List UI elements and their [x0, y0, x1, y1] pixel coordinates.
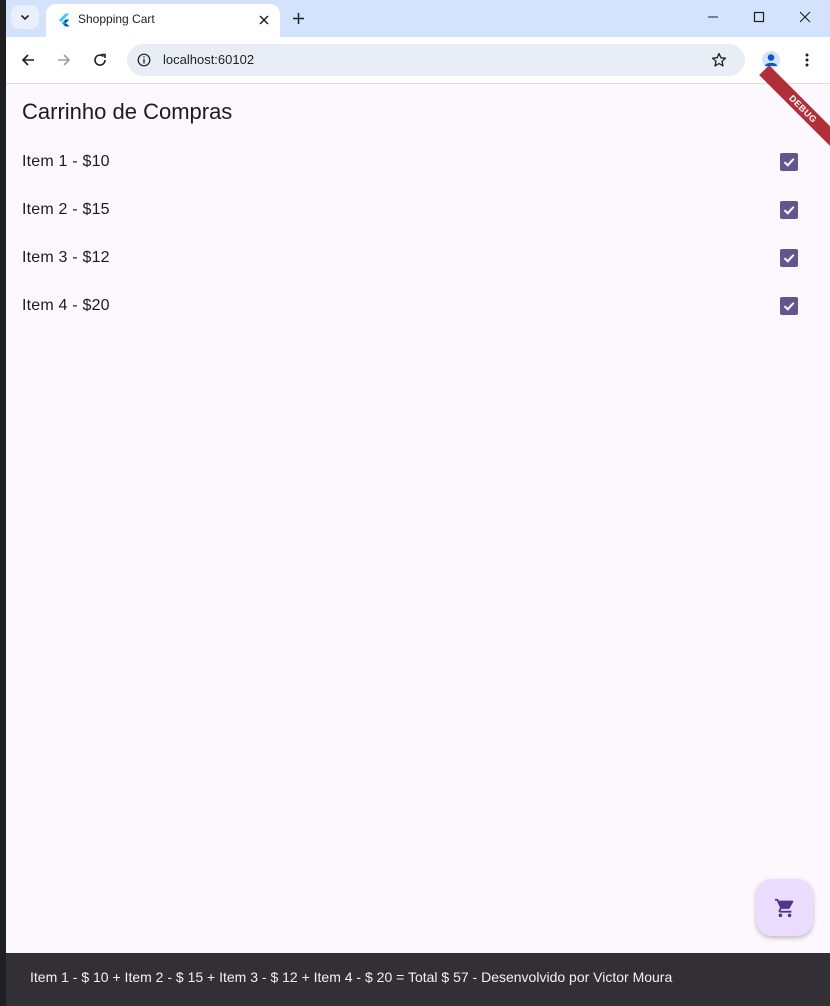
reload-button[interactable] — [86, 46, 114, 74]
app-page: Carrinho de Compras Item 1 - $10 Item 2 … — [6, 65, 830, 1006]
check-icon — [783, 158, 795, 167]
shopping-cart-icon — [774, 898, 793, 917]
tab-title: Shopping Cart — [78, 12, 155, 26]
tab-search-button[interactable] — [11, 5, 39, 29]
url-text: localhost:60102 — [163, 52, 255, 67]
info-icon — [137, 53, 151, 67]
arrow-left-icon — [21, 54, 34, 66]
item-checkbox[interactable] — [780, 201, 798, 219]
list-item[interactable]: Item 2 - $15 — [6, 187, 830, 235]
forward-button[interactable] — [50, 46, 78, 74]
minimize-button[interactable] — [690, 0, 736, 34]
tab-close-button[interactable] — [254, 10, 274, 30]
new-tab-button[interactable] — [286, 6, 310, 30]
snackbar-text: Item 1 - $ 10 + Item 2 - $ 15 + Item 3 -… — [30, 969, 673, 985]
item-label: Item 4 - $20 — [22, 297, 110, 314]
arrow-right-icon — [58, 54, 71, 66]
check-icon — [783, 206, 795, 215]
maximize-icon — [753, 11, 765, 23]
close-window-button[interactable] — [782, 0, 828, 34]
page-title: Carrinho de Compras — [22, 99, 233, 124]
snackbar: Item 1 - $ 10 + Item 2 - $ 15 + Item 3 -… — [6, 953, 830, 1006]
bookmark-button[interactable] — [709, 50, 729, 70]
item-label: Item 3 - $12 — [22, 249, 110, 266]
close-icon — [799, 11, 811, 23]
plus-icon — [292, 12, 304, 24]
browser-window: Shopping Cart localhost:60102 Carrinho d… — [6, 0, 830, 1006]
list-item[interactable]: Item 4 - $20 — [6, 283, 830, 331]
check-icon — [783, 254, 795, 263]
star-icon — [711, 52, 727, 67]
item-checkbox[interactable] — [780, 153, 798, 171]
chevron-down-icon — [20, 14, 30, 21]
browser-menu-button[interactable] — [793, 46, 821, 74]
close-icon — [259, 15, 269, 25]
tab-shopping-cart[interactable]: Shopping Cart — [46, 4, 280, 37]
tab-strip: Shopping Cart — [6, 0, 830, 37]
maximize-button[interactable] — [736, 0, 782, 34]
check-icon — [783, 302, 795, 311]
address-bar[interactable]: localhost:60102 — [127, 44, 745, 76]
back-button[interactable] — [14, 46, 42, 74]
reload-icon — [94, 53, 106, 66]
browser-toolbar: localhost:60102 — [6, 37, 830, 84]
item-checkbox[interactable] — [780, 249, 798, 267]
site-info-button[interactable] — [135, 51, 153, 69]
item-checkbox[interactable] — [780, 297, 798, 315]
flutter-logo-icon — [59, 13, 70, 27]
more-vert-icon — [805, 53, 809, 67]
list-item[interactable]: Item 3 - $12 — [6, 235, 830, 283]
minimize-icon — [708, 16, 718, 18]
list-item[interactable]: Item 1 - $10 — [6, 139, 830, 187]
cart-fab-button[interactable] — [756, 879, 813, 936]
item-label: Item 2 - $15 — [22, 201, 110, 218]
item-label: Item 1 - $10 — [22, 153, 110, 170]
